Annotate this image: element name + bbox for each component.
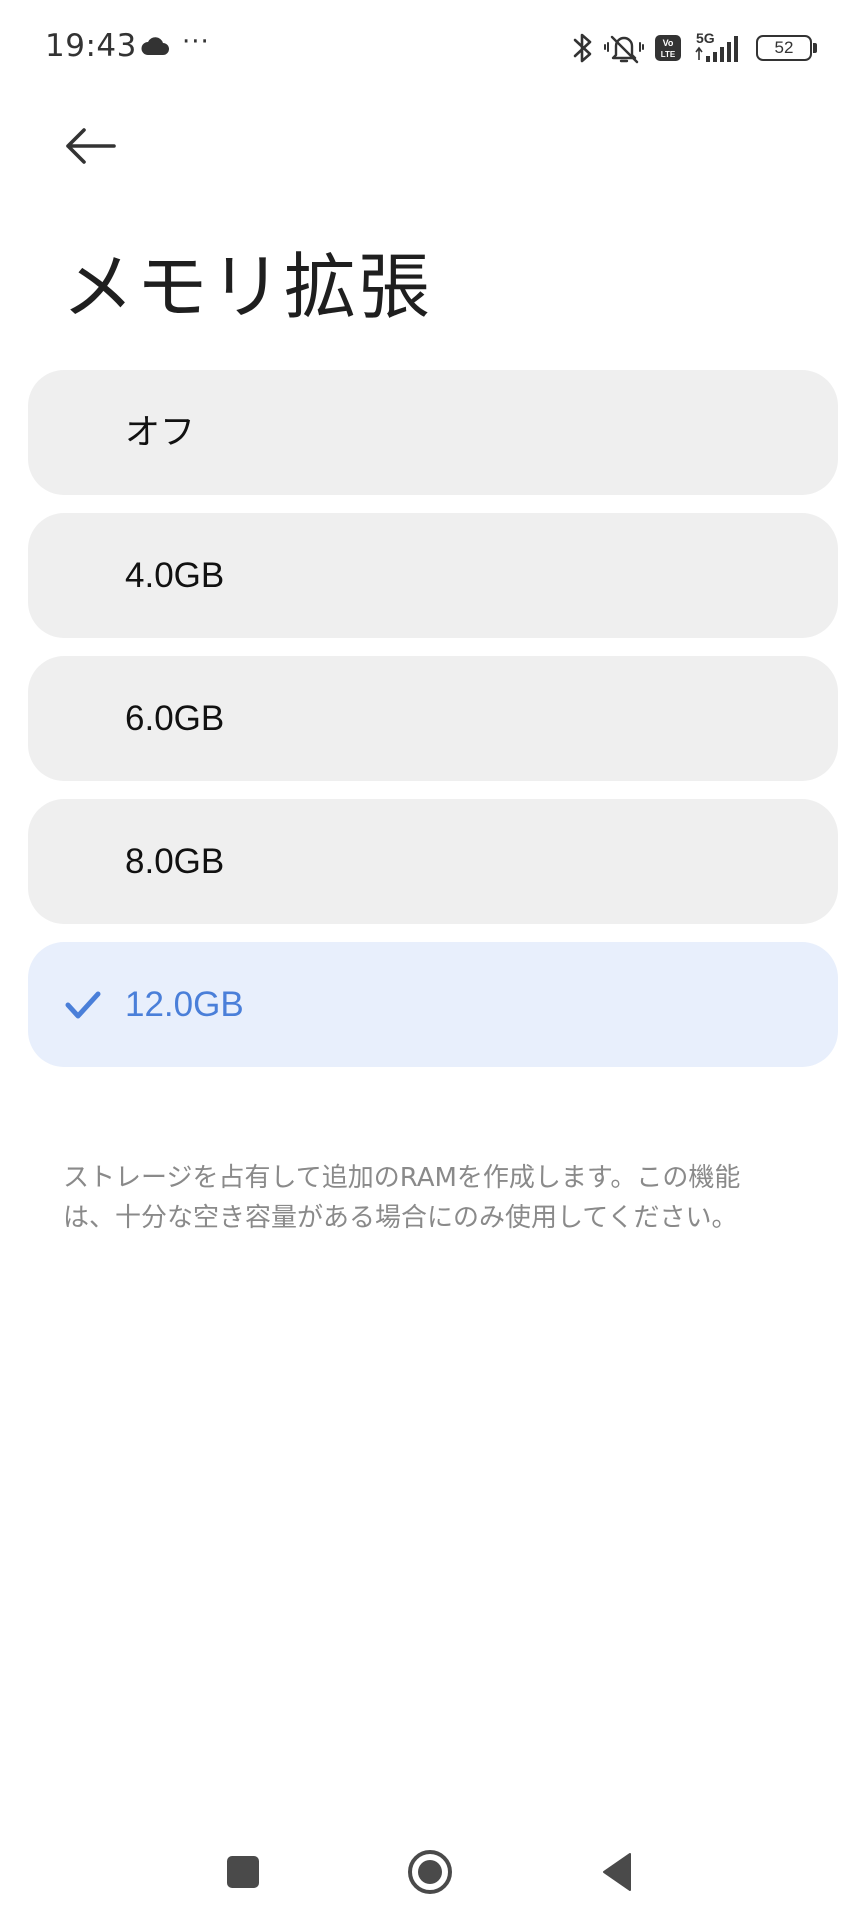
option-6gb[interactable]: 6.0GB: [28, 656, 838, 781]
volte-icon: Vo LTE: [655, 35, 681, 61]
svg-text:5G: 5G: [696, 30, 715, 46]
svg-text:LTE: LTE: [661, 50, 676, 59]
option-label: 8.0GB: [125, 842, 225, 881]
option-label: 12.0GB: [125, 985, 244, 1024]
cloud-icon: [141, 37, 169, 55]
option-12gb[interactable]: 12.0GB: [28, 942, 838, 1067]
battery-icon: 52: [756, 35, 817, 61]
home-icon[interactable]: [400, 1842, 460, 1902]
check-icon: [65, 991, 101, 1019]
recents-icon[interactable]: [213, 1842, 273, 1902]
bluetooth-icon: [573, 33, 592, 63]
back-arrow-button[interactable]: [60, 120, 120, 172]
more-notifications-icon: ···: [182, 27, 210, 57]
signal-icon: 5G: [695, 30, 738, 62]
option-off[interactable]: オフ: [28, 370, 838, 495]
option-label: オフ: [125, 413, 196, 452]
memory-extension-screen: 19:43 ··· Vo LTE 5G 52 メモリ拡張 オフ 4.0GB 6.…: [0, 0, 864, 1920]
option-8gb[interactable]: 8.0GB: [28, 799, 838, 924]
option-label: 4.0GB: [125, 556, 225, 595]
navigation-bar: [0, 1820, 864, 1920]
status-time: 19:43: [45, 28, 137, 64]
back-triangle-icon[interactable]: [588, 1842, 648, 1902]
svg-text:Vo: Vo: [663, 38, 674, 48]
page-title: メモリ拡張: [62, 245, 433, 329]
option-4gb[interactable]: 4.0GB: [28, 513, 838, 638]
description-text: ストレージを占有して追加のRAMを作成します。この機能は、十分な空き容量がある場…: [63, 1163, 741, 1233]
status-bar: 19:43 ··· Vo LTE 5G 52: [0, 0, 864, 96]
option-label: 6.0GB: [125, 699, 225, 738]
notifications-off-icon: [604, 35, 644, 64]
memory-option-list: オフ 4.0GB 6.0GB 8.0GB 12.0GB: [28, 370, 838, 1085]
status-icons: Vo LTE 5G 52: [572, 28, 817, 68]
